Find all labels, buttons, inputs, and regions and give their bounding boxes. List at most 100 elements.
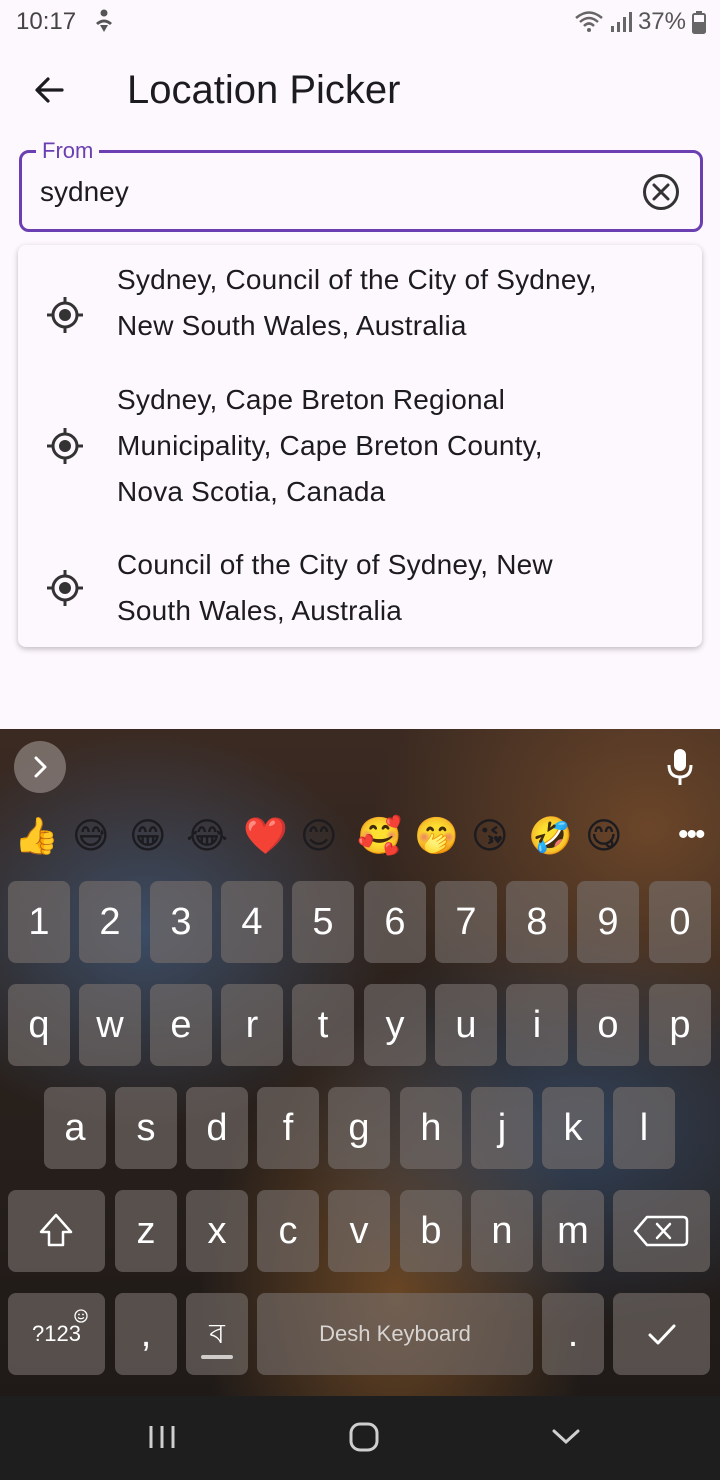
home-icon[interactable] <box>340 1416 388 1460</box>
emoji-key[interactable]: 🤭 <box>414 813 459 861</box>
key[interactable]: 8 <box>506 881 568 963</box>
suggestion-item[interactable]: Sydney, Council of the City of Sydney, N… <box>18 257 702 371</box>
key[interactable]: r <box>221 984 283 1066</box>
emoji-key[interactable]: ❤️ <box>243 813 288 861</box>
more-emoji-icon[interactable]: ••• <box>678 819 705 851</box>
key[interactable]: y <box>364 984 426 1066</box>
key[interactable]: o <box>577 984 639 1066</box>
emoji-key[interactable]: 😂 <box>186 813 228 861</box>
battery-icon <box>692 11 706 34</box>
emoji-key[interactable]: 🥰 <box>357 813 402 861</box>
key[interactable]: f <box>257 1087 319 1169</box>
emoji-key[interactable]: 😁 <box>129 813 167 861</box>
symbols-key-label: ?123 <box>32 1321 81 1346</box>
back-arrow-icon[interactable] <box>26 66 74 114</box>
clear-circle-icon[interactable] <box>640 171 682 213</box>
check-icon <box>648 1324 676 1345</box>
key[interactable]: h <box>400 1087 462 1169</box>
key[interactable]: 5 <box>292 881 354 963</box>
language-indicator <box>201 1355 233 1359</box>
emoji-key[interactable]: 😊 <box>300 813 338 861</box>
suggestion-line: Nova Scotia, Canada <box>117 476 386 507</box>
key[interactable]: a <box>44 1087 106 1169</box>
key[interactable]: 2 <box>79 881 141 963</box>
suggestion-text: Council of the City of Sydney, New South… <box>117 542 677 634</box>
emoji-suggestion-row: 👍 😅 😁 😂 ❤️ 😊 🥰 🤭 😘 🤣 😋 ••• <box>14 813 714 861</box>
system-nav-bar <box>0 1396 720 1480</box>
key[interactable]: d <box>186 1087 248 1169</box>
key[interactable]: w <box>79 984 141 1066</box>
suggestions-list: Sydney, Council of the City of Sydney, N… <box>18 245 702 647</box>
key[interactable]: e <box>150 984 212 1066</box>
shift-icon <box>39 1213 73 1247</box>
key[interactable]: 9 <box>577 881 639 963</box>
status-right: 37% <box>574 6 706 38</box>
emoji-key[interactable]: 👍 <box>14 813 59 861</box>
from-field[interactable]: From <box>19 138 703 232</box>
backspace-key[interactable] <box>613 1190 710 1272</box>
key[interactable]: g <box>328 1087 390 1169</box>
key[interactable]: 7 <box>435 881 497 963</box>
key[interactable]: 1 <box>8 881 70 963</box>
key[interactable]: i <box>506 984 568 1066</box>
recents-icon[interactable] <box>138 1416 186 1460</box>
key[interactable]: j <box>471 1087 533 1169</box>
key[interactable]: l <box>613 1087 675 1169</box>
suggestion-line: South Wales, Australia <box>117 595 403 626</box>
accessibility-icon <box>96 9 112 32</box>
mic-icon[interactable] <box>664 747 696 787</box>
suggestion-line: Sydney, Cape Breton Regional <box>117 384 505 415</box>
smiley-icon <box>74 1309 88 1323</box>
from-field-label: From <box>36 138 100 164</box>
language-key-label: ব <box>209 1317 225 1350</box>
space-bar[interactable]: Desh Keyboard <box>257 1293 533 1375</box>
status-bar: 10:17 37% <box>0 0 720 44</box>
shift-key[interactable] <box>8 1190 105 1272</box>
suggestion-text: Sydney, Council of the City of Sydney, N… <box>117 257 677 349</box>
suggestion-line: Council of the City of Sydney, New <box>117 549 553 580</box>
key[interactable]: m <box>542 1190 604 1272</box>
wifi-icon <box>575 11 603 32</box>
comma-key[interactable]: , <box>115 1293 177 1375</box>
my-location-icon <box>47 570 83 606</box>
suggestion-line: Municipality, Cape Breton County, <box>117 430 543 461</box>
language-key[interactable]: ব <box>186 1293 248 1375</box>
key[interactable]: k <box>542 1087 604 1169</box>
key[interactable]: 6 <box>364 881 426 963</box>
key[interactable]: v <box>328 1190 390 1272</box>
my-location-icon <box>47 428 83 464</box>
chevron-down-icon[interactable] <box>542 1416 590 1460</box>
suggestion-line: New South Wales, Australia <box>117 310 467 341</box>
key[interactable]: x <box>186 1190 248 1272</box>
key[interactable]: 4 <box>221 881 283 963</box>
emoji-key[interactable]: 🤣 <box>528 813 573 861</box>
emoji-key[interactable]: 😋 <box>585 813 623 861</box>
keyboard: 👍 😅 😁 😂 ❤️ 😊 🥰 🤭 😘 🤣 😋 ••• 1 2 3 4 5 6 7… <box>0 729 720 1396</box>
signal-icon <box>610 12 632 32</box>
done-key[interactable] <box>613 1293 710 1375</box>
backspace-icon <box>633 1215 689 1247</box>
key[interactable]: z <box>115 1190 177 1272</box>
key[interactable]: c <box>257 1190 319 1272</box>
suggestion-text: Sydney, Cape Breton Regional Municipalit… <box>117 377 677 515</box>
key[interactable]: p <box>649 984 711 1066</box>
key[interactable]: b <box>400 1190 462 1272</box>
period-key[interactable]: . <box>542 1293 604 1375</box>
key[interactable]: q <box>8 984 70 1066</box>
from-input[interactable] <box>40 171 620 213</box>
key[interactable]: u <box>435 984 497 1066</box>
key[interactable]: 3 <box>150 881 212 963</box>
emoji-key[interactable]: 😘 <box>471 813 509 861</box>
suggestion-item[interactable]: Council of the City of Sydney, New South… <box>18 542 702 642</box>
status-time: 10:17 <box>16 8 77 35</box>
suggestion-item[interactable]: Sydney, Cape Breton Regional Municipalit… <box>18 377 702 517</box>
symbols-key[interactable]: ?123 <box>8 1293 105 1375</box>
my-location-icon <box>47 297 83 333</box>
key[interactable]: 0 <box>649 881 711 963</box>
key[interactable]: s <box>115 1087 177 1169</box>
chevron-right-icon <box>34 756 47 778</box>
emoji-key[interactable]: 😅 <box>72 813 110 861</box>
keyboard-toolbar-toggle[interactable] <box>14 741 66 793</box>
key[interactable]: t <box>292 984 354 1066</box>
key[interactable]: n <box>471 1190 533 1272</box>
